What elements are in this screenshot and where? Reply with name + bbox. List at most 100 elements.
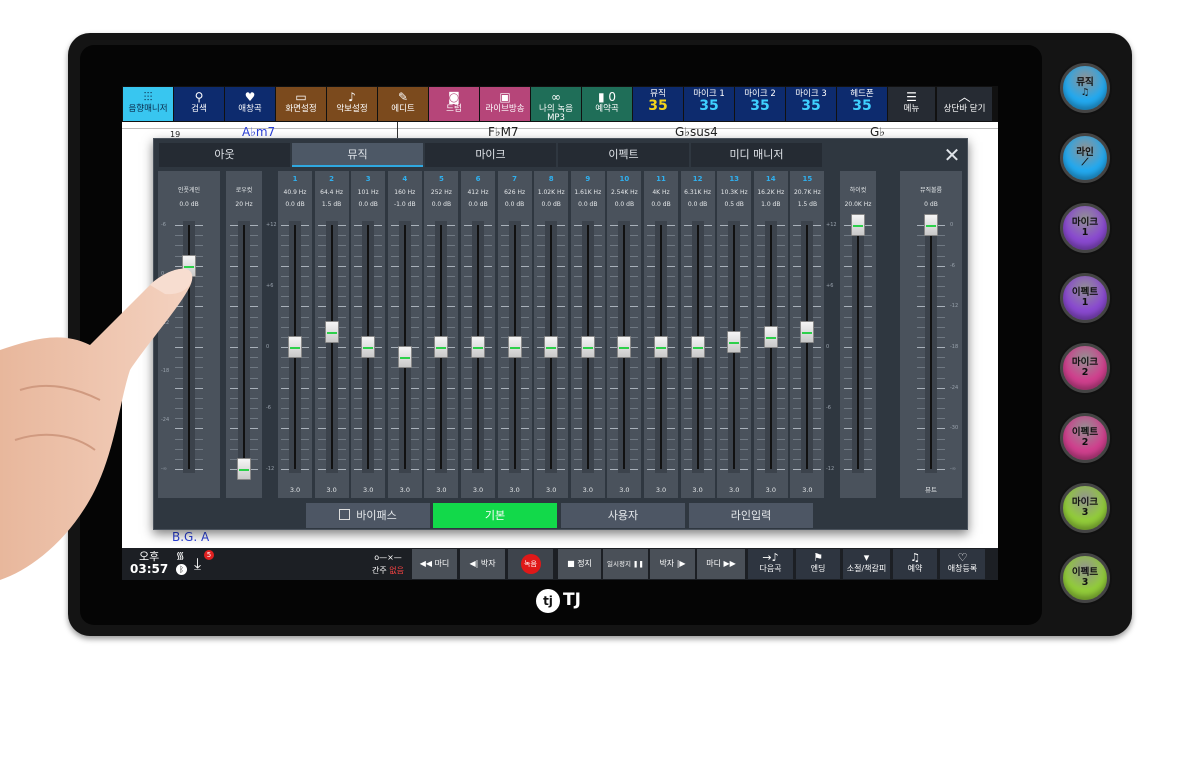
scale-tick [793, 387, 802, 389]
eq-band-12-fader-handle[interactable] [690, 336, 705, 358]
topbar-drum-button[interactable]: ◙ 드럼 [429, 87, 479, 121]
topbar-edit-button[interactable]: ✎ 에디트 [378, 87, 428, 121]
strip-value: 1.5 dB [797, 201, 818, 208]
eq-band-11-fader-handle[interactable] [654, 336, 668, 358]
preset-user-button[interactable]: 사용자 [561, 503, 685, 528]
side-button-7[interactable]: 이펙트 3 [1060, 553, 1110, 603]
side-button-4[interactable]: 마이크 2 [1060, 343, 1110, 393]
reserve-button[interactable]: ♫ 예약 [893, 549, 937, 579]
prev-bar-button[interactable]: ◀◀ 마디 [412, 549, 457, 579]
scale-tick [683, 408, 692, 409]
eq-band-14-fader-handle[interactable] [763, 325, 778, 348]
topbar-monitor-button[interactable]: ▭ 화면설정 [276, 87, 326, 121]
scale-tick [250, 316, 258, 318]
low-cut-fader-handle[interactable] [237, 458, 251, 480]
side-button-0[interactable]: 뮤직 ♫ [1060, 63, 1110, 113]
scale-tick [337, 357, 346, 359]
menu-button[interactable]: ☰ 메뉴 [888, 87, 935, 121]
eq-band-6-fader-handle[interactable] [471, 336, 485, 358]
scale-tick [354, 428, 363, 430]
tab-1[interactable]: 뮤직 [292, 143, 423, 167]
pause-button[interactable]: 일시정지 ❚❚ [603, 549, 648, 579]
prev-beat-button[interactable]: ◀| 박자 [460, 549, 505, 579]
eq-band-7-fader-handle[interactable] [507, 336, 522, 358]
topbar-sheet-music-button[interactable]: ♪ 악보설정 [327, 87, 377, 121]
strip-footer: 3.0 [472, 486, 484, 494]
topbar-label: 나의 녹음MP3 [539, 104, 573, 123]
topbar-recording-button[interactable]: ∞ 나의 녹음MP3 [531, 87, 581, 123]
volume-2-button[interactable]: 마이크 2 35 [735, 87, 785, 121]
music-volume-fader-handle[interactable] [924, 214, 938, 236]
next-beat-button[interactable]: 박자 |▶ [650, 549, 695, 579]
volume-3-button[interactable]: 마이크 3 35 [786, 87, 836, 121]
eq-band-8-fader-handle[interactable] [544, 336, 559, 358]
eq-band-13-fader-handle[interactable] [727, 330, 742, 353]
scale-tick [427, 408, 436, 409]
eq-band-3-fader-handle[interactable] [361, 336, 376, 358]
scale-tick [703, 306, 712, 308]
scale-tick [337, 235, 346, 237]
scale-tick [447, 235, 456, 237]
eq-band-2-fader-handle[interactable] [324, 320, 339, 343]
scale-tick [537, 387, 546, 389]
eq-band-15-fader-handle[interactable] [800, 320, 815, 343]
preset-basic-button[interactable]: 기본 [433, 503, 557, 528]
tab-4[interactable]: 미디 매니저 [691, 143, 822, 167]
topbar-search-button[interactable]: ⚲ 검색 [174, 87, 224, 121]
tab-0[interactable]: 아웃 [159, 143, 290, 167]
volume-1-button[interactable]: 마이크 1 35 [684, 87, 734, 121]
scale-tick [610, 286, 619, 287]
scale-tick [740, 275, 749, 277]
scale-tick [447, 397, 456, 399]
scale-tick [683, 225, 692, 226]
scale-tick [390, 245, 399, 247]
scale-tick [250, 408, 258, 409]
close-topbar-button[interactable]: ︿ 상단바 닫기 [937, 87, 992, 121]
scale-tick [281, 377, 289, 379]
volume-0-button[interactable]: 뮤직 35 [633, 87, 683, 121]
ending-button[interactable]: ⚑ 엔딩 [796, 549, 840, 579]
scale-tick [427, 225, 436, 226]
bypass-button[interactable]: 바이패스 [306, 503, 430, 528]
scale-tick [374, 326, 383, 328]
intro-skip-toggle[interactable]: o—×— 간주 없음 [366, 551, 410, 579]
scale-tick [301, 296, 309, 298]
eq-band-5-fader-handle[interactable] [434, 336, 449, 358]
record-button[interactable]: 녹음 [508, 549, 553, 579]
scale-tick [610, 387, 619, 389]
topbar-heart-button[interactable]: ♥ 애창곡 [225, 87, 275, 121]
tab-2[interactable]: 마이크 [425, 143, 556, 167]
scale-tick [250, 469, 258, 470]
side-button-2[interactable]: 마이크 1 [1060, 203, 1110, 253]
fader-indicator [546, 347, 557, 349]
eq-band-10-fader-handle[interactable] [617, 336, 632, 358]
high-cut-fader-handle[interactable] [851, 214, 865, 236]
side-button-3[interactable]: 이펙트 1 [1060, 273, 1110, 323]
bookmark-button[interactable]: ▾ 소절/책갈피 [843, 549, 890, 579]
scale-tick [937, 408, 945, 409]
side-button-1[interactable]: 라인 ⟋ [1060, 133, 1110, 183]
tab-3[interactable]: 이펙트 [558, 143, 689, 167]
scale-tick [610, 469, 619, 470]
topbar-mixer-button[interactable]: ⫶⫶⫶ 음향매니저 [123, 87, 173, 121]
eq-band-4-fader-handle[interactable] [397, 346, 412, 369]
add-favorite-button[interactable]: ♡ 애창등록 [940, 549, 985, 579]
scale-tick [281, 458, 289, 460]
eq-band-1-fader-handle[interactable] [288, 336, 302, 358]
side-button-5[interactable]: 이펙트 2 [1060, 413, 1110, 463]
next-song-button[interactable]: →♪ 다음곡 [748, 549, 793, 579]
preset-line-input-button[interactable]: 라인입력 [689, 503, 813, 528]
close-icon[interactable]: ✕ [940, 143, 964, 167]
scale-tick [813, 357, 822, 359]
topbar-live-broadcast-button[interactable]: ▣ 라이브방송 [480, 87, 530, 121]
checkbox-icon[interactable] [339, 509, 351, 520]
topbar-reserved-songs-button[interactable]: ▮ 0 예약곡 [582, 87, 632, 121]
side-button-6[interactable]: 마이크 3 [1060, 483, 1110, 533]
scale-tick [703, 408, 712, 409]
flag-icon: ⚑ [813, 551, 823, 564]
volume-4-button[interactable]: 헤드폰 35 [837, 87, 887, 121]
stop-button[interactable]: ■ 정지 [558, 549, 601, 579]
scale-tick [573, 225, 582, 226]
eq-band-9-fader-handle[interactable] [580, 336, 595, 358]
next-bar-button[interactable]: 마디 ▶▶ [697, 549, 745, 579]
